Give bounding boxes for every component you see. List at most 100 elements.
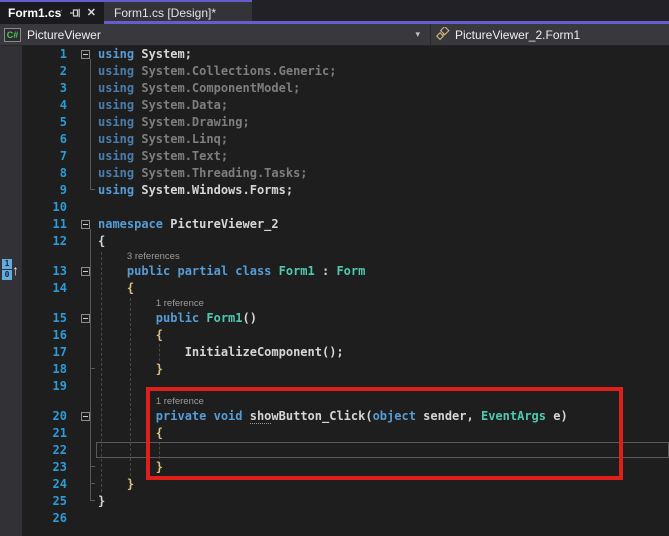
- fold-toggle-icon[interactable]: [81, 412, 90, 421]
- code-text[interactable]: namespace PictureViewer_2: [97, 216, 669, 233]
- code-text[interactable]: {: [97, 327, 669, 344]
- line-number[interactable]: 6: [22, 131, 67, 148]
- line-number[interactable]: 5: [22, 114, 67, 131]
- code-line-18[interactable]: 18 }: [0, 361, 669, 378]
- glyph-cell[interactable]: [0, 425, 22, 442]
- code-line-4[interactable]: 4 using System.Data;: [0, 97, 669, 114]
- code-text[interactable]: InitializeComponent();: [97, 344, 669, 361]
- line-number[interactable]: 26: [22, 510, 67, 527]
- glyph-cell[interactable]: [0, 182, 22, 199]
- code-line-16[interactable]: 16 {: [0, 327, 669, 344]
- code-line-17[interactable]: 17 InitializeComponent();: [0, 344, 669, 361]
- glyph-cell[interactable]: [0, 216, 22, 233]
- line-number[interactable]: 9: [22, 182, 67, 199]
- glyph-cell[interactable]: [0, 493, 22, 510]
- project-dropdown[interactable]: C# PictureViewer ▾: [0, 24, 430, 45]
- code-text[interactable]: }: [97, 361, 669, 378]
- glyph-cell[interactable]: [0, 97, 22, 114]
- line-number[interactable]: 20: [22, 408, 67, 425]
- tab-form1-cs[interactable]: Form1.cs* ✕: [0, 0, 104, 24]
- glyph-cell[interactable]: [0, 46, 22, 63]
- line-number[interactable]: 16: [22, 327, 67, 344]
- line-number[interactable]: 14: [22, 280, 67, 297]
- line-number[interactable]: 24: [22, 476, 67, 493]
- code-text[interactable]: {: [97, 280, 669, 297]
- fold-toggle-icon[interactable]: [81, 267, 90, 276]
- line-number[interactable]: 10: [22, 199, 67, 216]
- code-text[interactable]: using System.Threading.Tasks;: [97, 165, 669, 182]
- glyph-cell[interactable]: [0, 165, 22, 182]
- line-number[interactable]: 11: [22, 216, 67, 233]
- code-text[interactable]: using System.Drawing;: [97, 114, 669, 131]
- type-dropdown[interactable]: PictureViewer_2.Form1: [431, 24, 669, 45]
- code-text[interactable]: [97, 510, 669, 527]
- line-number[interactable]: 4: [22, 97, 67, 114]
- codelens-label[interactable]: 3 references: [0, 250, 180, 263]
- glyph-cell[interactable]: [0, 459, 22, 476]
- glyph-cell[interactable]: [0, 280, 22, 297]
- codelens-references[interactable]: 3 references: [0, 250, 669, 263]
- glyph-cell[interactable]: [0, 442, 22, 459]
- glyph-cell[interactable]: [0, 344, 22, 361]
- glyph-cell[interactable]: [0, 310, 22, 327]
- line-number[interactable]: 7: [22, 148, 67, 165]
- fold-toggle-icon[interactable]: [81, 314, 90, 323]
- line-number[interactable]: 19: [22, 378, 67, 395]
- glyph-cell[interactable]: [0, 361, 22, 378]
- code-text[interactable]: {: [97, 233, 669, 250]
- code-line-6[interactable]: 6 using System.Linq;: [0, 131, 669, 148]
- code-line-1[interactable]: 1using System;: [0, 46, 669, 63]
- code-text[interactable]: using System.Collections.Generic;: [97, 63, 669, 80]
- fold-toggle-icon[interactable]: [81, 50, 90, 59]
- close-icon[interactable]: ✕: [87, 8, 96, 19]
- chevron-down-icon[interactable]: ▾: [415, 29, 426, 40]
- code-line-10[interactable]: 10: [0, 199, 669, 216]
- code-line-8[interactable]: 8 using System.Threading.Tasks;: [0, 165, 669, 182]
- line-number[interactable]: 12: [22, 233, 67, 250]
- line-number[interactable]: 21: [22, 425, 67, 442]
- line-number[interactable]: 25: [22, 493, 67, 510]
- code-text[interactable]: using System;: [97, 46, 669, 63]
- line-number[interactable]: 3: [22, 80, 67, 97]
- glyph-cell[interactable]: [0, 408, 22, 425]
- code-text[interactable]: using System.Text;: [97, 148, 669, 165]
- code-line-7[interactable]: 7 using System.Text;: [0, 148, 669, 165]
- codelens-references[interactable]: 1 reference: [0, 297, 669, 310]
- code-text[interactable]: using System.Data;: [97, 97, 669, 114]
- glyph-cell[interactable]: [0, 148, 22, 165]
- line-number[interactable]: 8: [22, 165, 67, 182]
- code-text[interactable]: using System.ComponentModel;: [97, 80, 669, 97]
- fold-toggle-icon[interactable]: [81, 220, 90, 229]
- code-text[interactable]: using System.Windows.Forms;: [97, 182, 669, 199]
- code-line-26[interactable]: 26: [0, 510, 669, 527]
- code-text[interactable]: public Form1(): [97, 310, 669, 327]
- line-number[interactable]: 2: [22, 63, 67, 80]
- code-text[interactable]: using System.Linq;: [97, 131, 669, 148]
- glyph-cell[interactable]: [0, 233, 22, 250]
- glyph-cell[interactable]: [0, 199, 22, 216]
- code-line-11[interactable]: 11 namespace PictureViewer_2: [0, 216, 669, 233]
- glyph-cell[interactable]: [0, 327, 22, 344]
- code-line-13[interactable]: 13 public partial class Form1 : Form: [0, 263, 669, 280]
- codelens-label[interactable]: 1 reference: [0, 297, 204, 310]
- code-line-5[interactable]: 5 using System.Drawing;: [0, 114, 669, 131]
- glyph-cell[interactable]: [0, 131, 22, 148]
- line-number[interactable]: 15: [22, 310, 67, 327]
- line-number[interactable]: 22: [22, 442, 67, 459]
- code-line-25[interactable]: 25}: [0, 493, 669, 510]
- code-line-2[interactable]: 2 using System.Collections.Generic;: [0, 63, 669, 80]
- line-number[interactable]: 13: [22, 263, 67, 280]
- code-text[interactable]: public partial class Form1 : Form: [97, 263, 669, 280]
- line-number[interactable]: 18: [22, 361, 67, 378]
- glyph-cell[interactable]: [0, 63, 22, 80]
- code-text[interactable]: }: [97, 493, 669, 510]
- glyph-cell[interactable]: [0, 80, 22, 97]
- glyph-cell[interactable]: [0, 378, 22, 395]
- code-editor[interactable]: 1using System;2 using System.Collections.…: [0, 46, 669, 536]
- glyph-cell[interactable]: [0, 114, 22, 131]
- code-line-14[interactable]: 14 {: [0, 280, 669, 297]
- pin-icon[interactable]: [69, 7, 81, 19]
- code-line-12[interactable]: 12 {: [0, 233, 669, 250]
- code-text[interactable]: [97, 199, 669, 216]
- glyph-cell[interactable]: [0, 510, 22, 527]
